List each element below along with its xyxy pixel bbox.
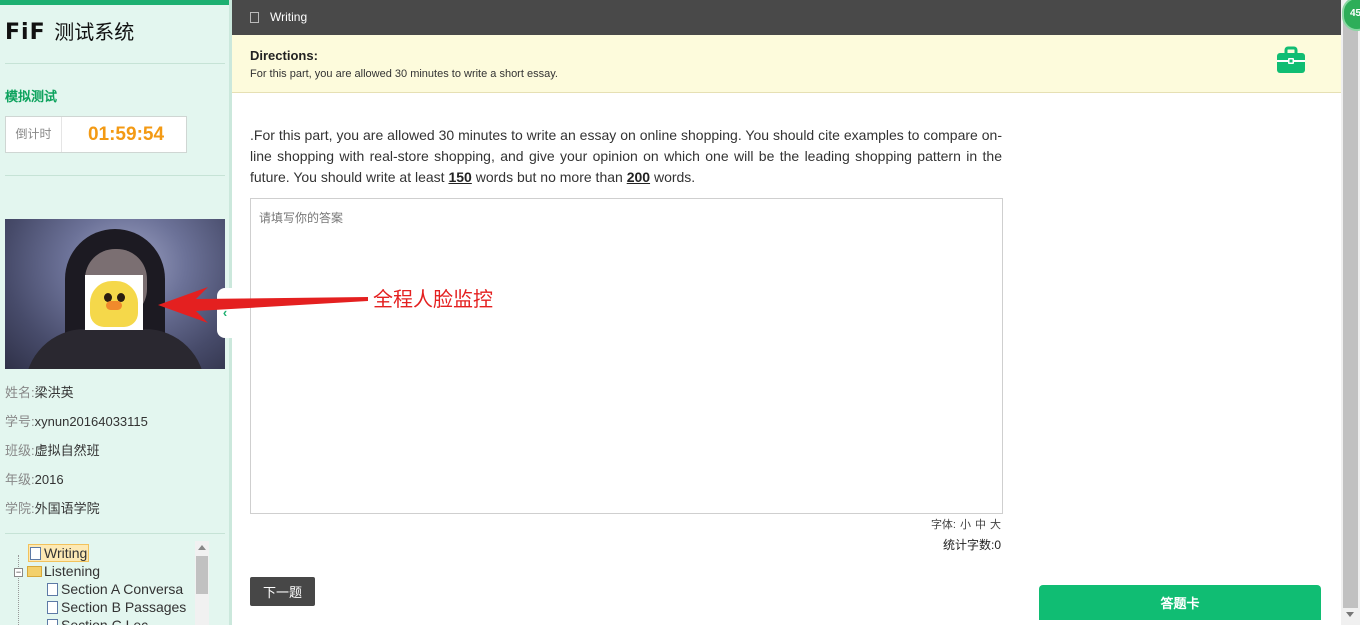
student-info-value: 2016 — [34, 472, 64, 487]
collapse-icon[interactable]: − — [14, 568, 23, 577]
webcam-person-body — [25, 329, 205, 369]
scroll-down-icon[interactable] — [1346, 612, 1354, 617]
font-size-label: 字体: — [930, 519, 956, 531]
word-count: 统计字数:0 — [880, 536, 1001, 553]
tree-item-section-b[interactable]: Section B Passages — [47, 598, 186, 616]
font-size-large-button[interactable]: 大 — [990, 519, 1001, 531]
tree-item-listening[interactable]: − Listening — [14, 562, 100, 580]
tree-item-label: Section C Lec — [61, 617, 149, 625]
section-header: Writing — [232, 0, 1341, 35]
word-count-label: 统计字数: — [942, 538, 995, 552]
student-college-row: 学院:外国语学院 — [5, 498, 100, 517]
annotation-arrow — [158, 287, 368, 323]
document-icon — [47, 619, 58, 625]
tree-item-writing[interactable]: Writing — [28, 544, 90, 562]
scroll-up-icon[interactable] — [198, 545, 206, 550]
face-cover-sticker — [85, 275, 143, 330]
page-scrollbar[interactable] — [1341, 0, 1360, 625]
folder-icon — [27, 566, 42, 577]
student-id-row: 学号:xynun20164033115 — [5, 411, 148, 430]
countdown-timer: 倒计时 01:59:54 — [5, 116, 187, 153]
directions-text: For this part, you are allowed 30 minute… — [250, 68, 558, 80]
sticker-duck-bill — [106, 301, 122, 310]
tree-item-label: Section A Conversa — [61, 581, 184, 597]
tree-item-label: Listening — [44, 563, 101, 579]
tree-item-section-c[interactable]: Section C Lec — [47, 616, 148, 625]
divider — [5, 533, 225, 534]
essay-answer-input[interactable] — [250, 198, 1003, 514]
face-monitoring-annotation: 全程人脸监控 — [373, 287, 493, 311]
student-grade-row: 年级:2016 — [5, 469, 64, 488]
app-logo: FiF 测试系统 — [5, 16, 134, 45]
student-info-key: 班级: — [5, 443, 35, 458]
prompt-text: words. — [650, 169, 696, 185]
timer-label: 倒计时 — [6, 117, 62, 152]
tree-scrollbar[interactable] — [195, 541, 209, 625]
student-class-row: 班级:虚拟自然班 — [5, 440, 100, 459]
document-icon — [250, 12, 259, 23]
question-prompt: .For this part, you are allowed 30 minut… — [250, 125, 1002, 188]
next-question-button[interactable]: 下一题 — [250, 577, 315, 606]
student-info-value: 梁洪英 — [34, 385, 74, 400]
student-info-key: 姓名: — [5, 385, 35, 400]
document-icon — [47, 583, 58, 596]
directions-heading: Directions: — [250, 48, 318, 63]
divider — [5, 175, 225, 176]
student-info-value: 外国语学院 — [34, 501, 100, 516]
tree-item-selected: Writing — [28, 544, 90, 562]
timer-value: 01:59:54 — [87, 124, 165, 145]
tree-item-label: Section B Passages — [61, 599, 187, 615]
font-size-small-button[interactable]: 小 — [960, 519, 971, 531]
student-info-value: 虚拟自然班 — [34, 443, 100, 458]
tree-item-section-a[interactable]: Section A Conversa — [47, 580, 183, 598]
sidebar-accent-bar — [0, 0, 229, 5]
section-title: Writing — [270, 10, 308, 24]
toolbox-icon[interactable] — [1276, 45, 1306, 75]
document-icon — [30, 547, 41, 560]
exam-page: FiF 测试系统 模拟测试 倒计时 01:59:54 姓名:梁洪英 学号:xyn… — [0, 0, 1360, 625]
font-size-medium-button[interactable]: 中 — [975, 519, 986, 531]
prompt-text: words but no more than — [471, 169, 627, 185]
test-mode-label: 模拟测试 — [5, 89, 58, 104]
document-icon — [47, 601, 58, 614]
student-name-row: 姓名:梁洪英 — [5, 382, 74, 401]
student-info-value: xynun20164033115 — [34, 414, 148, 429]
logo-brand: FiF — [5, 20, 46, 45]
divider — [5, 63, 225, 64]
logo-system-name: 测试系统 — [54, 20, 135, 44]
scrollbar-thumb[interactable] — [196, 556, 208, 594]
answer-card-button[interactable]: 答题卡 — [1039, 585, 1321, 620]
student-info-key: 年级: — [5, 472, 35, 487]
max-word-count: 200 — [626, 169, 651, 185]
student-info-key: 学院: — [5, 501, 35, 516]
tree-item-label: Writing — [44, 545, 88, 561]
directions-panel: Directions: For this part, you are allow… — [232, 35, 1341, 93]
min-word-count: 150 — [448, 169, 472, 185]
section-tree: Writing − Listening Section A Conversa Se… — [14, 541, 210, 625]
word-count-value: 0 — [994, 538, 1001, 552]
scrollbar-thumb[interactable] — [1343, 18, 1358, 608]
font-size-controls: 字体: 小中大 — [900, 516, 1001, 532]
student-info-key: 学号: — [5, 414, 35, 429]
